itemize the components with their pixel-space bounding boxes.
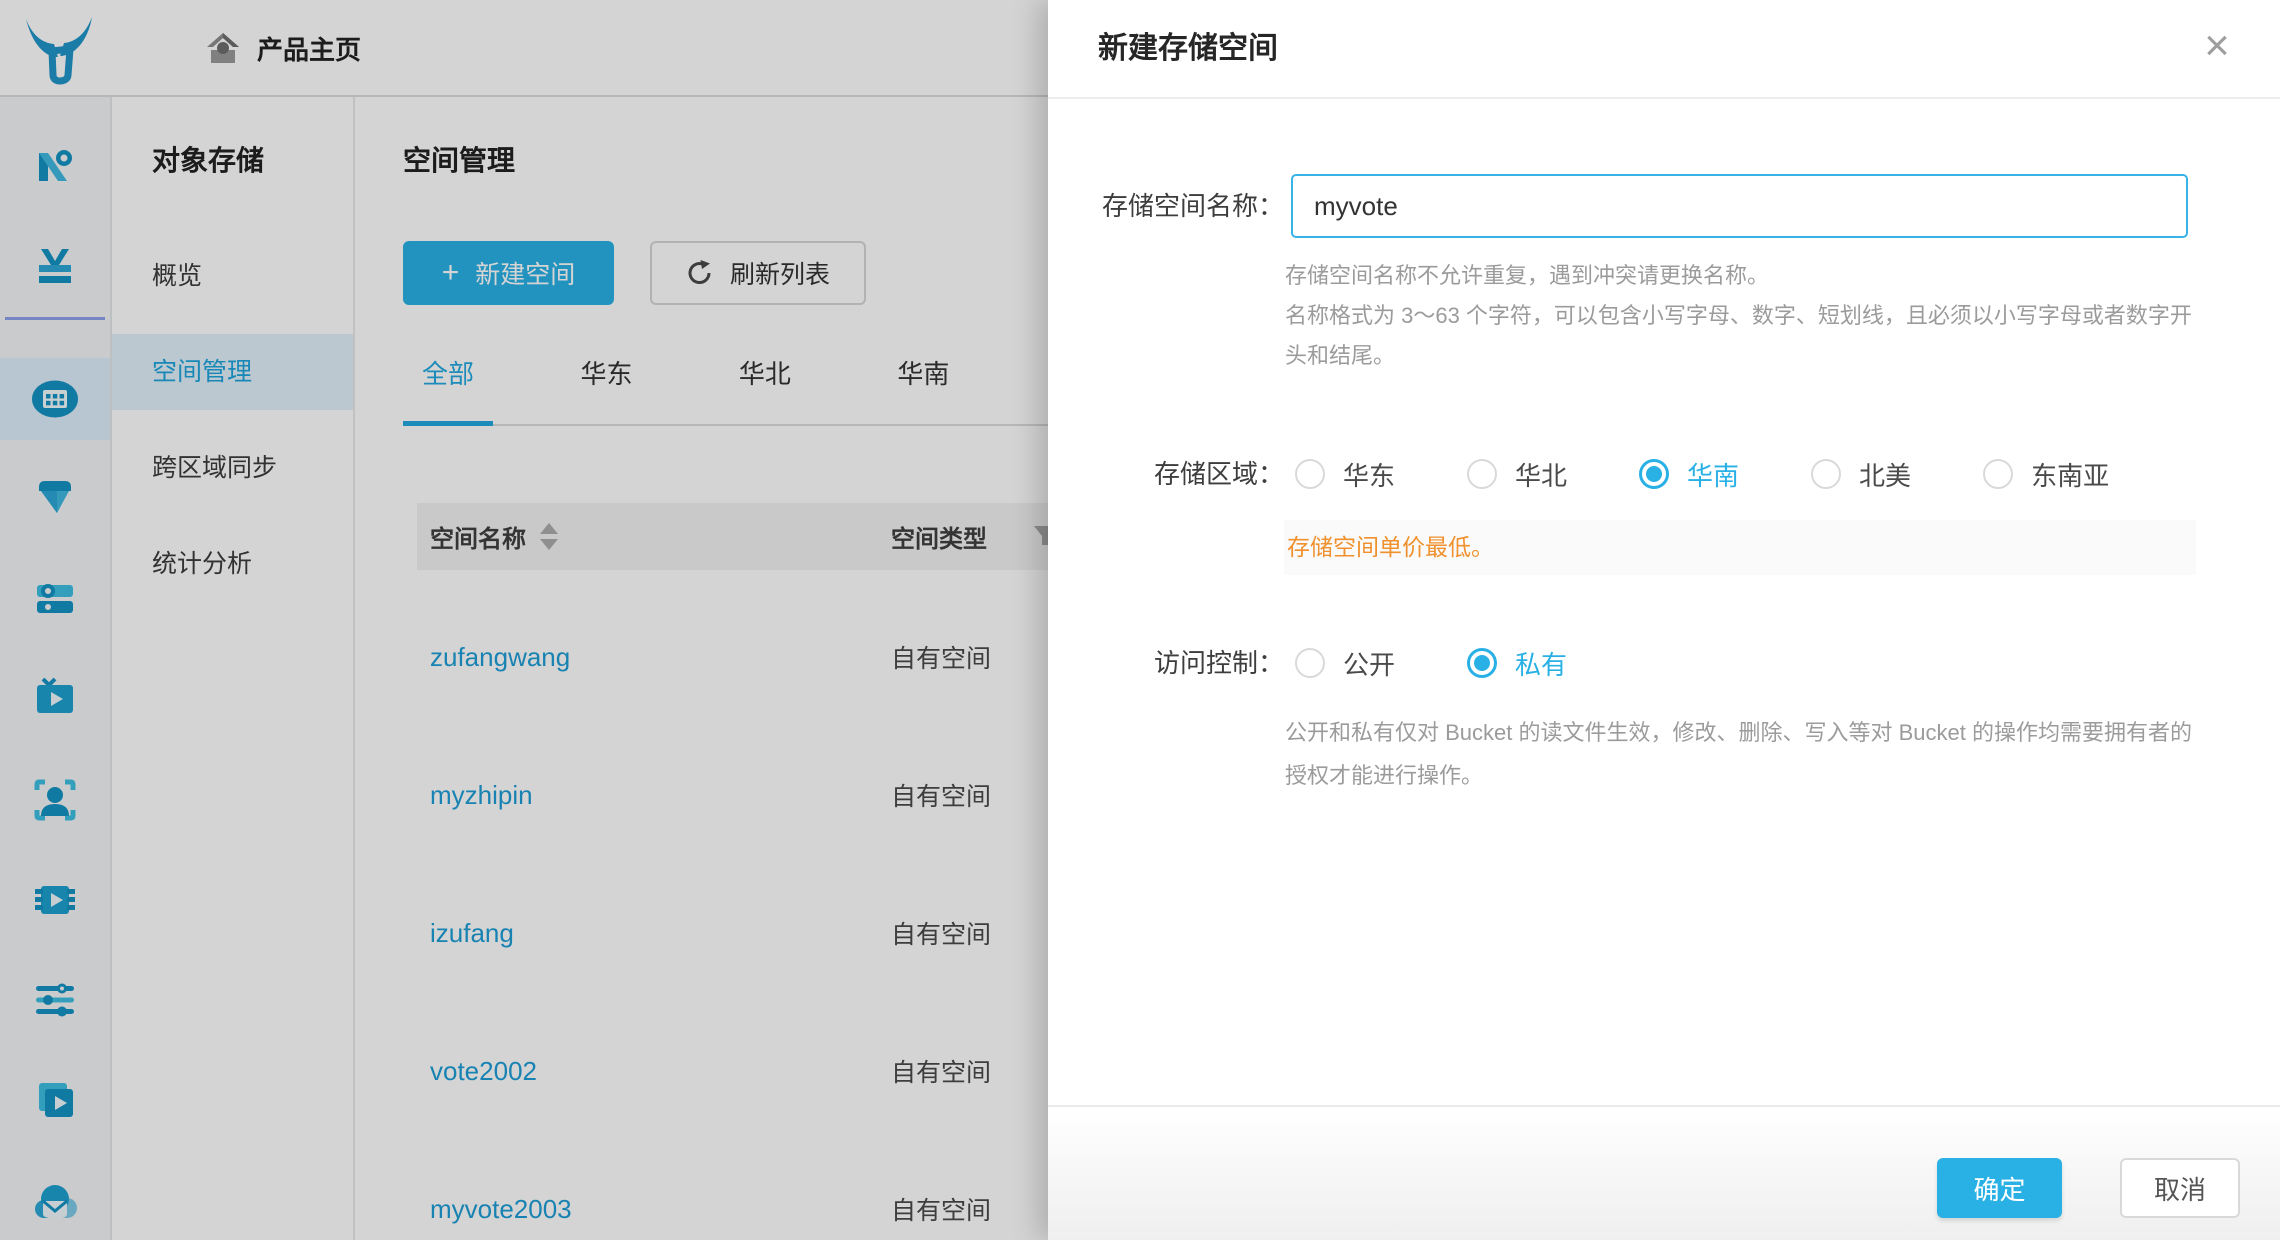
bucket-name-input[interactable]	[1291, 174, 2188, 238]
access-control-label: 访问控制：	[1088, 631, 1284, 695]
radio-circle-icon	[1639, 459, 1669, 489]
radio-circle-icon	[1983, 459, 2013, 489]
region-price-note: 存储空间单价最低。	[1284, 520, 2196, 575]
cancel-button[interactable]: 取消	[2120, 1158, 2240, 1218]
radio-public[interactable]: 公开	[1295, 645, 1395, 682]
radio-circle-icon	[1811, 459, 1841, 489]
region-label: 存储区域：	[1088, 442, 1284, 506]
qiniu-console-screen: 产品主页	[0, 0, 2280, 1240]
radio-huadong[interactable]: 华东	[1295, 456, 1395, 493]
radio-circle-icon	[1295, 648, 1325, 678]
bucket-name-label: 存储空间名称：	[1088, 174, 1284, 238]
dialog-header: 新建存储空间 ×	[1048, 0, 2280, 99]
bucket-name-help: 存储空间名称不允许重复，遇到冲突请更换名称。 名称格式为 3～63 个字符，可以…	[1285, 256, 2197, 376]
radio-beimei[interactable]: 北美	[1811, 456, 1911, 493]
region-radio-group: 华东 华北 华南 北美 东南亚	[1295, 442, 2109, 506]
radio-dongnanya[interactable]: 东南亚	[1983, 456, 2109, 493]
radio-circle-icon	[1467, 648, 1497, 678]
close-icon[interactable]: ×	[2192, 14, 2242, 78]
radio-circle-icon	[1467, 459, 1497, 489]
dialog-footer: 确定 取消	[1048, 1105, 2280, 1240]
radio-private[interactable]: 私有	[1467, 645, 1567, 682]
access-radio-group: 公开 私有	[1295, 631, 1567, 695]
radio-huanan[interactable]: 华南	[1639, 456, 1739, 493]
create-bucket-dialog: 新建存储空间 × 存储空间名称： 存储空间名称不允许重复，遇到冲突请更换名称。 …	[1048, 0, 2280, 1240]
radio-huabei[interactable]: 华北	[1467, 456, 1567, 493]
radio-circle-icon	[1295, 459, 1325, 489]
confirm-button[interactable]: 确定	[1937, 1158, 2062, 1218]
access-control-help: 公开和私有仅对 Bucket 的读文件生效，修改、删除、写入等对 Bucket …	[1285, 711, 2207, 797]
dialog-title: 新建存储空间	[1098, 0, 1278, 97]
